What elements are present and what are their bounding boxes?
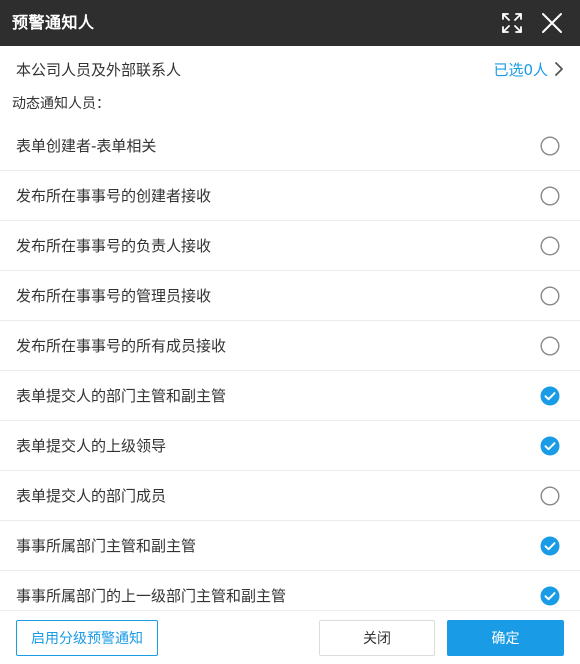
option-label: 发布所在事事号的管理员接收 [16, 287, 212, 305]
notify-options-list: 表单创建者-表单相关发布所在事事号的创建者接收 发布所在事事号的负责人接收 发布所在… [0, 121, 580, 610]
titlebar-actions [500, 11, 564, 35]
dialog-body[interactable]: 本公司人员及外部联系人 已选0人 动态通知人员： 表单创建者-表单相关发布所在事… [0, 46, 580, 610]
option-row[interactable]: 事事所属部门的上一级部门主管和副主管 [0, 571, 580, 610]
option-label: 表单提交人的部门主管和副主管 [16, 387, 227, 405]
unchecked-circle-icon[interactable] [540, 135, 560, 156]
unchecked-circle-icon[interactable] [540, 485, 560, 506]
option-label: 发布所在事事号的负责人接收 [16, 237, 212, 255]
option-label: 表单创建者-表单相关 [16, 137, 157, 155]
option-label: 事事所属部门主管和副主管 [16, 537, 197, 555]
option-label: 发布所在事事号的创建者接收 [16, 187, 212, 205]
option-row[interactable]: 事事所属部门主管和副主管 [0, 521, 580, 571]
option-row[interactable]: 表单提交人的上级领导 [0, 421, 580, 471]
contacts-selected[interactable]: 已选0人 [493, 59, 564, 80]
expand-icon[interactable] [500, 11, 524, 35]
checked-circle-icon[interactable] [540, 436, 560, 456]
option-row[interactable]: 表单提交人的部门主管和副主管 [0, 371, 580, 421]
option-row[interactable]: 发布所在事事号的所有成员接收 [0, 321, 580, 371]
checked-circle-icon[interactable] [540, 536, 560, 556]
option-row[interactable]: 表单创建者-表单相关 [0, 121, 580, 171]
unchecked-circle-icon[interactable] [540, 185, 560, 206]
unchecked-circle-icon[interactable] [540, 335, 560, 356]
checked-circle-icon[interactable] [540, 386, 560, 406]
unchecked-circle-icon[interactable] [540, 235, 560, 256]
option-row[interactable]: 发布所在事事号的创建者接收 [0, 171, 580, 221]
option-label: 表单提交人的部门成员 [16, 487, 167, 505]
option-label: 表单提交人的上级领导 [16, 437, 167, 455]
close-icon[interactable] [540, 11, 564, 35]
checked-circle-icon[interactable] [540, 586, 560, 606]
enable-grade-warning-button[interactable]: 启用分级预警通知 [16, 620, 158, 656]
option-row[interactable]: 表单提交人的部门成员 [0, 471, 580, 521]
option-label: 发布所在事事号的所有成员接收 [16, 337, 227, 355]
contacts-label: 本公司人员及外部联系人 [16, 60, 182, 79]
unchecked-circle-icon[interactable] [540, 285, 560, 306]
option-row[interactable]: 发布所在事事号的负责人接收 [0, 221, 580, 271]
close-button[interactable]: 关闭 [319, 620, 435, 656]
dialog-titlebar: 预警通知人 [0, 0, 580, 46]
option-label: 事事所属部门的上一级部门主管和副主管 [16, 587, 287, 605]
option-row[interactable]: 发布所在事事号的管理员接收 [0, 271, 580, 321]
dialog-title: 预警通知人 [12, 13, 95, 32]
dialog-footer: 启用分级预警通知 关闭 确定 [0, 610, 580, 664]
confirm-button[interactable]: 确定 [447, 620, 564, 656]
contacts-selected-count: 已选0人 [493, 60, 548, 79]
dynamic-section-label: 动态通知人员： [12, 96, 110, 112]
contacts-selector[interactable]: 本公司人员及外部联系人 已选0人 [0, 46, 580, 92]
notify-dialog: 预警通知人 本公司人员及外部联系人 已选0人 动态通知人员： 表单创建者-表单相… [0, 0, 580, 664]
chevron-right-icon [555, 62, 563, 76]
